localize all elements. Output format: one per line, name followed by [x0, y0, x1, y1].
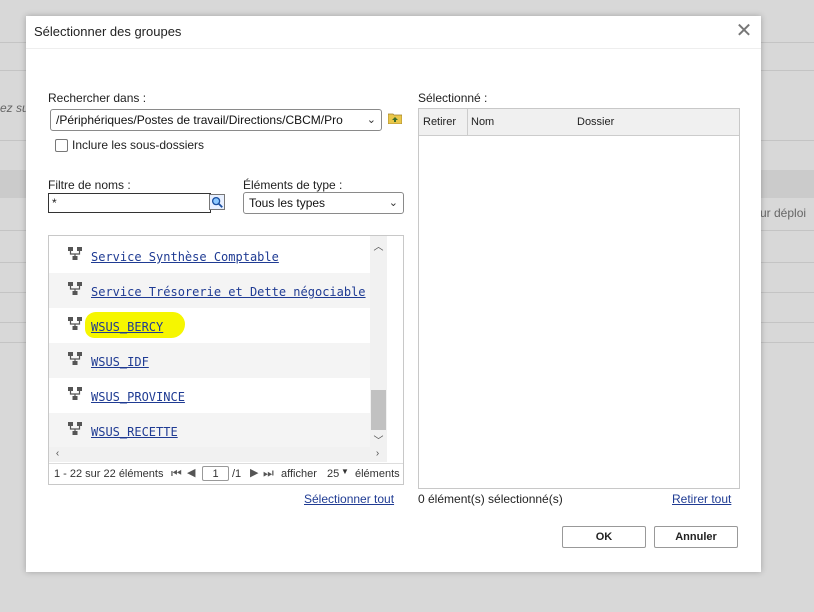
scroll-thumb[interactable]: [371, 390, 386, 430]
page-number-input[interactable]: 1: [202, 466, 229, 481]
type-filter-select[interactable]: Tous les types ⌄: [243, 192, 404, 214]
search-path-value: /Périphériques/Postes de travail/Directi…: [56, 113, 343, 127]
search-in-label: Rechercher dans :: [48, 91, 147, 105]
select-groups-dialog: Sélectionner des groupes ✕ Rechercher da…: [26, 16, 761, 572]
list-item[interactable]: WSUS_RECETTE: [49, 413, 387, 447]
list-item[interactable]: WSUS_BERCY: [49, 308, 387, 343]
list-item[interactable]: WSUS_IDF: [49, 343, 387, 378]
search-path-select[interactable]: /Périphériques/Postes de travail/Directi…: [50, 109, 382, 131]
column-divider: [467, 109, 468, 135]
column-header-remove[interactable]: Retirer: [423, 116, 456, 128]
selected-count: 0 élément(s) sélectionné(s): [418, 492, 563, 506]
group-icon: [68, 282, 82, 295]
group-link[interactable]: WSUS_IDF: [91, 355, 149, 369]
chevron-down-icon: ⌄: [388, 197, 398, 209]
group-icon: [68, 317, 82, 330]
pager-elements-label: éléments: [355, 468, 400, 480]
include-subfolders-label: Inclure les sous-dossiers: [72, 138, 205, 152]
type-filter-value: Tous les types: [249, 196, 326, 210]
scroll-left-icon[interactable]: ‹: [49, 448, 66, 459]
results-list: Service Synthèse Comptable Service Tréso…: [48, 235, 404, 485]
bg-text-fragment: ur déploi: [760, 206, 807, 220]
list-item[interactable]: WSUS_PROVINCE: [49, 378, 387, 413]
group-icon: [68, 387, 82, 400]
pager-range: 1 - 22 sur 22 éléments: [54, 468, 164, 480]
bg-text-fragment: ez su: [0, 101, 29, 115]
folder-up-icon[interactable]: [388, 112, 402, 124]
last-page-icon[interactable]: ⏭: [263, 466, 274, 481]
ok-button[interactable]: OK: [562, 526, 646, 548]
group-link[interactable]: Service Synthèse Comptable: [91, 250, 279, 264]
pager-show-label: afficher: [281, 468, 317, 480]
next-page-icon[interactable]: ▶: [250, 466, 258, 479]
selected-table: Retirer Nom Dossier: [418, 108, 740, 489]
selected-table-header: Retirer Nom Dossier: [419, 109, 739, 136]
horizontal-scrollbar[interactable]: ‹ ›: [49, 447, 387, 462]
column-header-folder[interactable]: Dossier: [577, 116, 614, 128]
remove-all-link[interactable]: Retirer tout: [672, 492, 731, 506]
results-viewport: Service Synthèse Comptable Service Tréso…: [49, 236, 387, 447]
per-page-select[interactable]: 25: [327, 468, 339, 480]
scroll-down-icon[interactable]: ﹀: [370, 432, 387, 447]
search-icon[interactable]: [209, 194, 225, 210]
list-item[interactable]: Service Synthèse Comptable: [49, 238, 387, 273]
group-icon: [68, 422, 82, 435]
select-all-link[interactable]: Sélectionner tout: [304, 492, 394, 506]
cancel-button[interactable]: Annuler: [654, 526, 738, 548]
vertical-scrollbar[interactable]: ︿ ﹀: [370, 236, 387, 447]
title-divider: [26, 48, 761, 49]
pager-total: /1: [232, 468, 242, 480]
group-link[interactable]: Service Trésorerie et Dette négociable: [91, 285, 366, 299]
type-filter-label: Éléments de type :: [243, 178, 343, 192]
column-header-name[interactable]: Nom: [471, 116, 494, 128]
chevron-down-icon: ⌄: [366, 114, 376, 126]
include-subfolders-checkbox[interactable]: [55, 139, 68, 152]
chevron-down-icon: ▼: [341, 467, 349, 476]
name-filter-label: Filtre de noms :: [48, 178, 131, 192]
scrollbar-corner: [387, 447, 403, 462]
name-filter-input[interactable]: *: [48, 193, 211, 213]
first-page-icon[interactable]: ⏮: [171, 466, 182, 481]
dialog-title: Sélectionner des groupes: [34, 24, 182, 39]
group-link[interactable]: WSUS_BERCY: [91, 320, 163, 334]
group-icon: [68, 247, 82, 260]
scroll-right-icon[interactable]: ›: [369, 448, 386, 459]
group-icon: [68, 352, 82, 365]
selected-label: Sélectionné :: [418, 91, 488, 105]
prev-page-icon[interactable]: ◀: [187, 466, 195, 479]
scroll-up-icon[interactable]: ︿: [370, 238, 387, 253]
group-link[interactable]: WSUS_PROVINCE: [91, 390, 185, 404]
pager: 1 - 22 sur 22 éléments ⏮ ◀ 1 /1 ▶ ⏭ affi…: [49, 463, 403, 485]
group-link[interactable]: WSUS_RECETTE: [91, 425, 178, 439]
list-item[interactable]: Service Trésorerie et Dette négociable: [49, 273, 387, 308]
close-icon[interactable]: ✕: [735, 20, 753, 42]
